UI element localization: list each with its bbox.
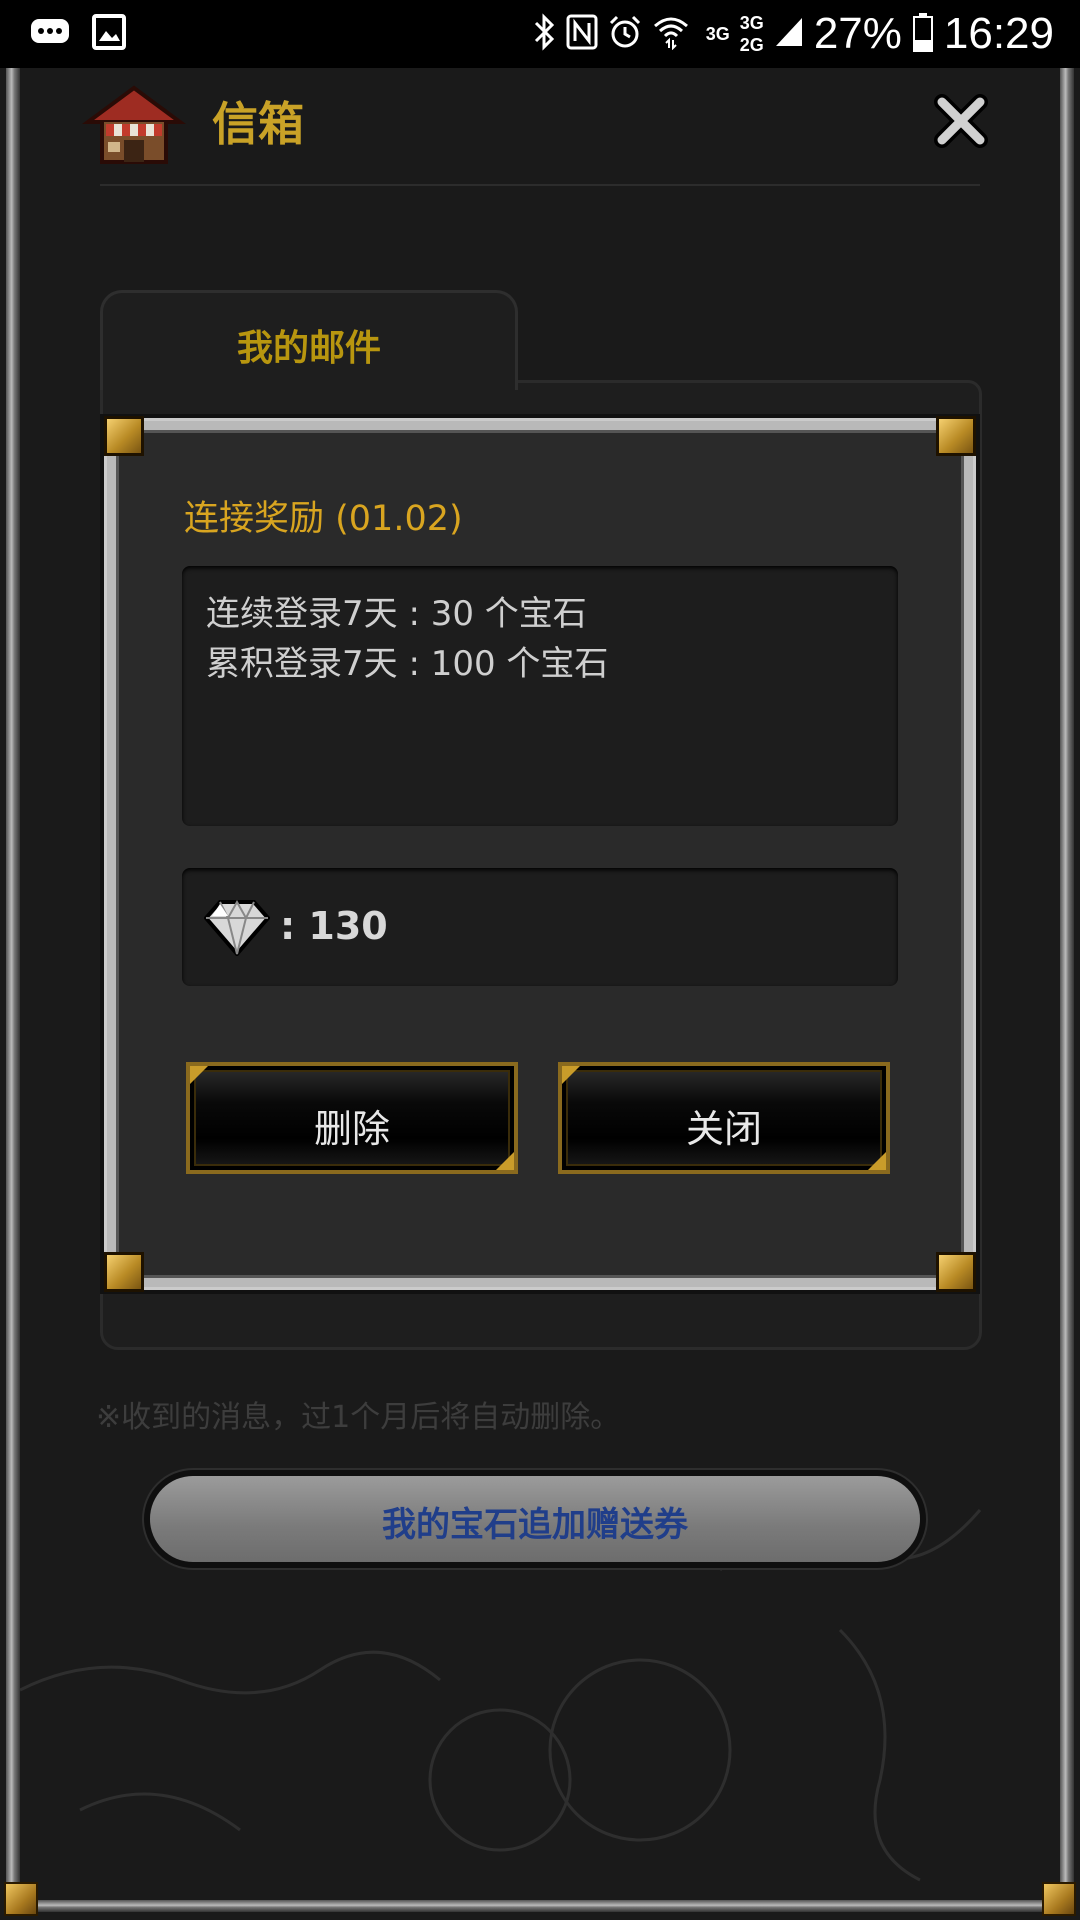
tab-label: 我的邮件: [236, 328, 381, 369]
dialog-corner-bl: [104, 1252, 144, 1292]
status-bar: 3G 3G 2G 27% 16:29: [0, 0, 1080, 68]
dialog-corner-tr: [936, 416, 976, 456]
network-3g-label-2: 3G: [739, 13, 764, 33]
network-type-3g: 3G: [706, 25, 730, 43]
close-dialog-button[interactable]: 关闭: [558, 1062, 890, 1174]
mail-title: 连接奖励 (01.02): [184, 499, 463, 539]
close-button[interactable]: [932, 92, 990, 150]
gallery-icon: [92, 14, 126, 54]
auto-delete-notice: ※收到的消息，过1个月后将自动删除。: [96, 1400, 621, 1435]
network-3g-label: 3G: [705, 24, 730, 44]
reward-amount: : 130: [280, 904, 388, 948]
delete-button-label: 删除: [313, 1107, 390, 1151]
chat-bubble-icon: [30, 15, 70, 53]
alarm-icon: [608, 14, 642, 54]
gem-coupon-button[interactable]: 我的宝石追加赠送券: [150, 1476, 920, 1562]
wifi-icon: [652, 14, 690, 54]
battery-icon: [912, 12, 934, 56]
diamond-gem-icon: [203, 898, 271, 958]
frame-rail-left: [6, 68, 20, 1898]
frame-rail-right: [1060, 68, 1074, 1898]
close-button-label: 关闭: [685, 1107, 762, 1151]
signal-icon: [774, 16, 804, 52]
header-divider: [100, 184, 980, 186]
dialog-corner-tl: [104, 416, 144, 456]
bluetooth-icon: [532, 13, 556, 55]
gem-coupon-label: 我的宝石追加赠送券: [382, 1505, 688, 1545]
network-2g-label: 2G: [739, 35, 764, 55]
frame-rail-bottom: [6, 1900, 1074, 1912]
clock: 16:29: [943, 9, 1054, 58]
delete-button[interactable]: 删除: [186, 1062, 518, 1174]
mail-body-line: 累积登录7天 : 100 个宝石: [206, 644, 609, 684]
reward-box: : 130: [182, 868, 898, 986]
page-title: 信箱: [212, 97, 304, 151]
close-icon: [934, 94, 988, 148]
mail-body-line: 连续登录7天 : 30 个宝石: [206, 594, 587, 634]
network-type-3g-2g: 3G 2G: [740, 14, 764, 54]
battery-percent: 27%: [813, 9, 902, 58]
mail-body: 连续登录7天 : 30 个宝石 累积登录7天 : 100 个宝石: [182, 566, 898, 826]
shop-house-icon: [81, 82, 187, 170]
nfc-icon: [566, 14, 598, 54]
dialog-corner-br: [936, 1252, 976, 1292]
